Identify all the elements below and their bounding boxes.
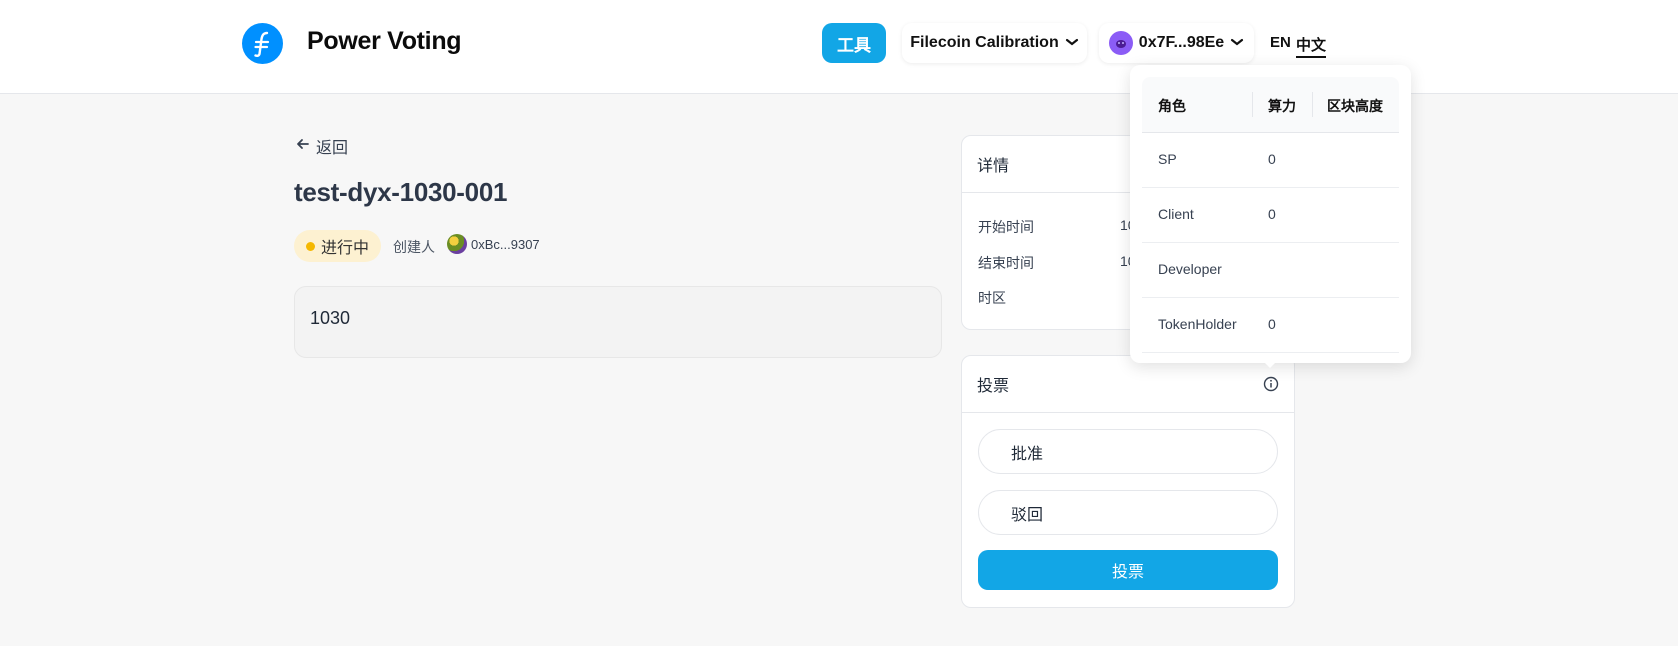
back-arrow-icon [296, 137, 310, 155]
proposal-description: 1030 [294, 286, 942, 358]
chevron-down-icon [1230, 34, 1244, 52]
vote-title: 投票 [977, 378, 1010, 395]
vote-card: 投票 批准 驳回 投票 [961, 355, 1295, 608]
status-text: 进行中 [321, 240, 370, 257]
popover-arrow [1262, 360, 1278, 368]
account-button[interactable]: 0x7F...98Ee [1099, 23, 1254, 63]
power-cell: 0 [1268, 206, 1276, 222]
table-row: TokenHolder 0 [1142, 298, 1399, 353]
back-link[interactable]: 返回 [296, 134, 348, 158]
column-divider [1252, 92, 1253, 117]
avatar [447, 234, 467, 254]
lang-en-link[interactable]: EN [1270, 34, 1291, 51]
power-cell: 0 [1268, 316, 1276, 332]
timezone-label: 时区 [978, 290, 1006, 306]
network-selector[interactable]: Filecoin Calibration [902, 23, 1087, 63]
back-label: 返回 [316, 140, 349, 157]
column-power: 算力 [1268, 98, 1296, 114]
role-cell: TokenHolder [1158, 316, 1237, 332]
vote-submit-button[interactable]: 投票 [978, 550, 1278, 590]
app-title[interactable]: Power Voting [307, 27, 462, 56]
table-row: Developer [1142, 243, 1399, 298]
table-row: SP 0 [1142, 133, 1399, 188]
column-divider [1312, 92, 1313, 117]
tools-button[interactable]: 工具 [822, 23, 886, 63]
table-row: Client 0 [1142, 188, 1399, 243]
column-role: 角色 [1158, 98, 1186, 114]
status-dot [306, 241, 315, 251]
description-text: 1030 [310, 308, 351, 328]
lang-zh-link[interactable]: 中文 [1296, 34, 1327, 58]
proposal-title: test-dyx-1030-001 [294, 177, 508, 207]
info-icon[interactable] [1263, 376, 1279, 392]
status-badge: 进行中 [294, 230, 382, 262]
account-address: 0x7F...98Ee [1138, 34, 1225, 51]
end-time-label: 结束时间 [978, 255, 1034, 271]
creator-chip[interactable]: 0xBc...9307 [447, 234, 540, 254]
role-cell: Developer [1158, 261, 1222, 277]
voting-power-popover: 角色 算力 区块高度 SP 0 Client 0 Developer Token… [1130, 65, 1411, 363]
voting-power-table: 角色 算力 区块高度 SP 0 Client 0 Developer Token… [1142, 77, 1399, 353]
vote-header: 投票 [962, 356, 1294, 413]
chevron-down-icon [1065, 34, 1079, 52]
role-cell: Client [1158, 206, 1194, 222]
start-time-label: 开始时间 [978, 219, 1034, 235]
creator-label: 创建人 [393, 239, 435, 255]
details-title: 详情 [977, 158, 1010, 175]
filecoin-logo-icon[interactable] [242, 23, 283, 64]
account-avatar-icon [1108, 31, 1133, 55]
vote-option-approve[interactable]: 批准 [978, 429, 1278, 474]
power-cell: 0 [1268, 151, 1276, 167]
role-cell: SP [1158, 151, 1177, 167]
network-label: Filecoin Calibration [910, 34, 1059, 51]
table-header: 角色 算力 区块高度 [1142, 77, 1399, 133]
column-block-height: 区块高度 [1327, 98, 1383, 114]
top-header: Power Voting 工具 Filecoin Calibration 0x7… [0, 0, 1678, 94]
creator-address: 0xBc...9307 [471, 236, 540, 252]
vote-option-reject[interactable]: 驳回 [978, 490, 1278, 535]
